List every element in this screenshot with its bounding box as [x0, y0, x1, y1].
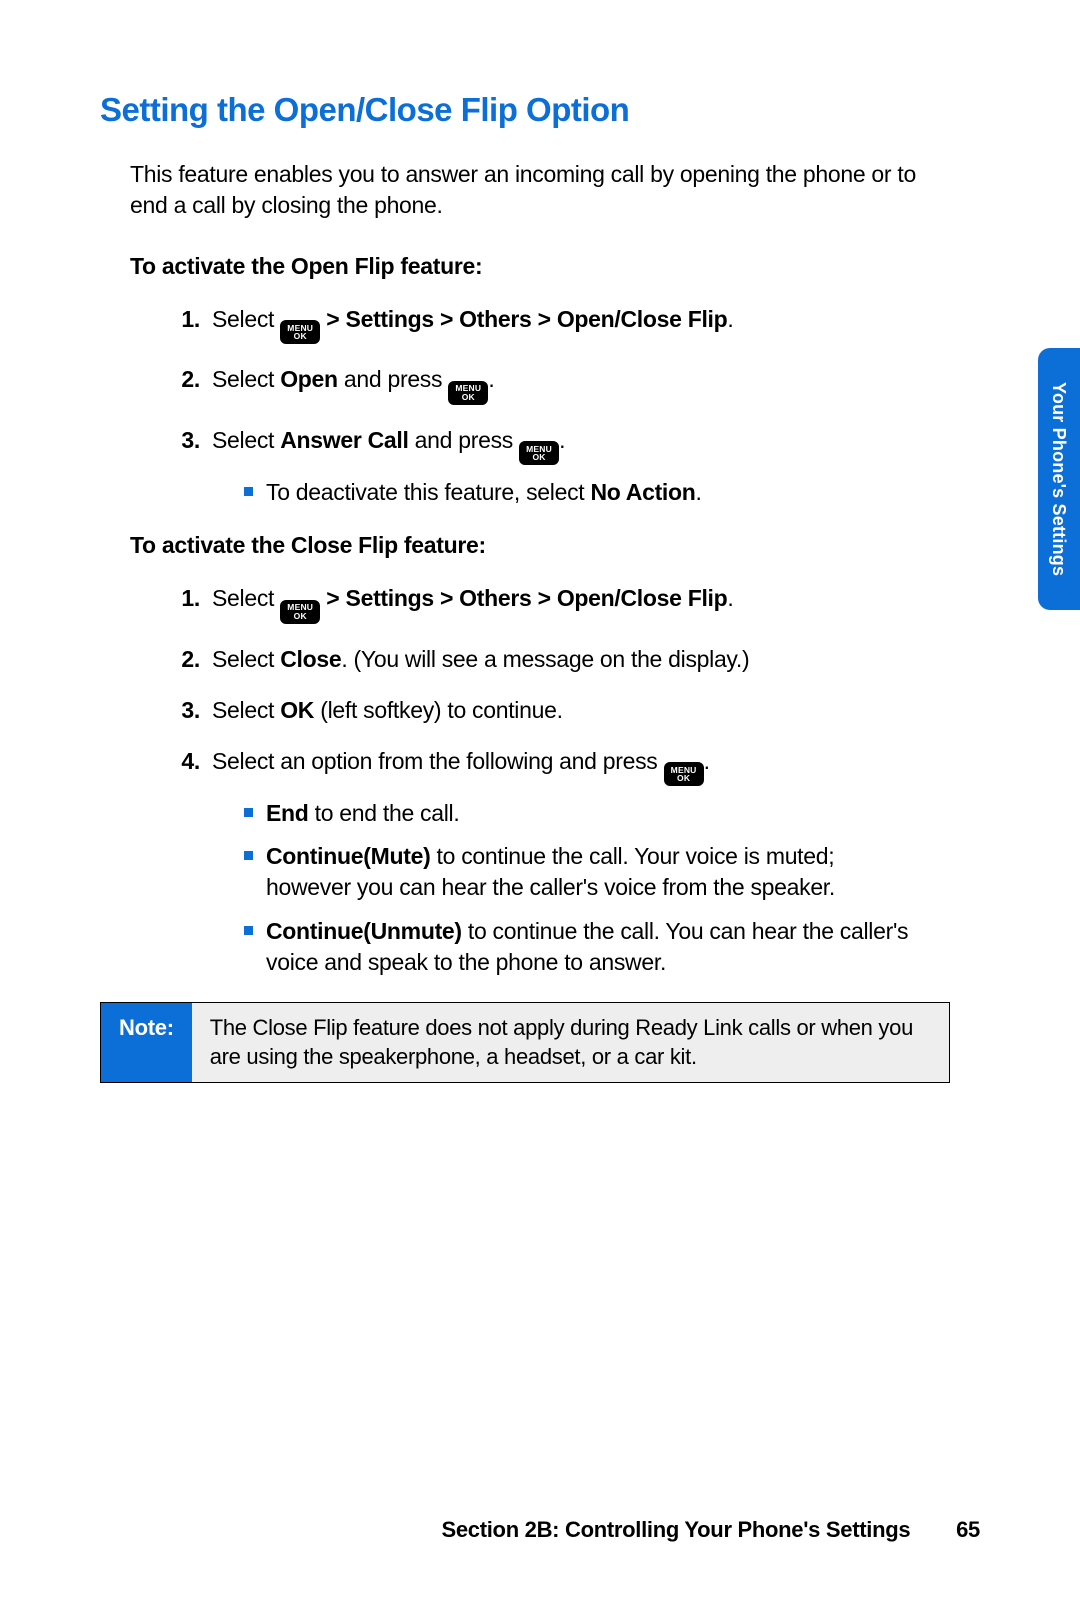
step-text: Select an option from the following and …: [212, 748, 664, 774]
list-item: 1. Select MENUOK > Settings > Others > O…: [170, 304, 920, 345]
list-item: 3. Select OK (left softkey) to continue.: [170, 695, 920, 726]
list-item: 2. Select Open and press MENUOK.: [170, 364, 920, 405]
menu-ok-icon: MENUOK: [448, 381, 488, 405]
step-number: 2.: [170, 364, 200, 395]
step-text: Select: [212, 585, 280, 611]
option-label: Continue(Mute): [266, 843, 430, 869]
page-content: Setting the Open/Close Flip Option This …: [100, 88, 950, 1083]
footer-section: Section 2B: Controlling Your Phone's Set…: [441, 1517, 910, 1542]
list-item: Continue(Unmute) to continue the call. Y…: [244, 916, 920, 978]
close-flip-steps: 1. Select MENUOK > Settings > Others > O…: [170, 583, 920, 977]
intro-text: This feature enables you to answer an in…: [130, 159, 920, 221]
step-number: 2.: [170, 644, 200, 675]
page-footer: Section 2B: Controlling Your Phone's Set…: [441, 1515, 980, 1545]
close-flip-subhead: To activate the Close Flip feature:: [130, 530, 920, 561]
option-label: Answer Call: [280, 427, 408, 453]
list-item: 4. Select an option from the following a…: [170, 746, 920, 978]
sub-list: To deactivate this feature, select No Ac…: [244, 477, 920, 508]
step-text: .: [488, 366, 494, 392]
step-text: Select: [212, 427, 280, 453]
nav-path: > Settings > Others > Open/Close Flip: [320, 585, 727, 611]
option-label: End: [266, 800, 309, 826]
sub-text: To deactivate this feature, select: [266, 479, 590, 505]
menu-ok-icon: MENUOK: [280, 600, 320, 624]
option-label: Close: [280, 646, 341, 672]
list-item: Continue(Mute) to continue the call. You…: [244, 841, 920, 903]
option-text: to end the call.: [309, 800, 460, 826]
step-number: 3.: [170, 695, 200, 726]
page-heading: Setting the Open/Close Flip Option: [100, 88, 950, 133]
menu-ok-icon: MENUOK: [664, 762, 704, 786]
step-text: .: [559, 427, 565, 453]
option-label: No Action: [590, 479, 695, 505]
open-flip-subhead: To activate the Open Flip feature:: [130, 251, 920, 282]
option-label: OK: [280, 697, 314, 723]
step-text: Select: [212, 697, 280, 723]
menu-ok-icon: MENUOK: [519, 441, 559, 465]
sub-text: .: [696, 479, 702, 505]
step-text: Select: [212, 306, 280, 332]
list-item: 2. Select Close. (You will see a message…: [170, 644, 920, 675]
step-text: . (You will see a message on the display…: [341, 646, 749, 672]
list-item: 1. Select MENUOK > Settings > Others > O…: [170, 583, 920, 624]
nav-path: > Settings > Others > Open/Close Flip: [320, 306, 727, 332]
list-item: 3. Select Answer Call and press MENUOK. …: [170, 425, 920, 509]
step-number: 1.: [170, 304, 200, 335]
open-flip-steps: 1. Select MENUOK > Settings > Others > O…: [170, 304, 920, 509]
step-text: (left softkey) to continue.: [314, 697, 563, 723]
list-item: End to end the call.: [244, 798, 920, 829]
option-label: Continue(Unmute): [266, 918, 462, 944]
step-text: Select: [212, 366, 280, 392]
note-text: The Close Flip feature does not apply du…: [192, 1003, 949, 1082]
step-number: 4.: [170, 746, 200, 777]
side-tab: Your Phone's Settings: [1038, 348, 1080, 610]
option-label: Open: [280, 366, 338, 392]
sub-list: End to end the call. Continue(Mute) to c…: [244, 798, 920, 977]
step-text: and press: [338, 366, 449, 392]
step-text: .: [704, 748, 710, 774]
page-number: 65: [956, 1517, 980, 1542]
menu-ok-icon: MENUOK: [280, 320, 320, 344]
step-text: .: [727, 585, 733, 611]
step-text: Select: [212, 646, 280, 672]
step-text: .: [727, 306, 733, 332]
step-text: and press: [409, 427, 520, 453]
list-item: To deactivate this feature, select No Ac…: [244, 477, 920, 508]
note-label: Note:: [101, 1003, 192, 1082]
note-box: Note: The Close Flip feature does not ap…: [100, 1002, 950, 1083]
side-tab-label: Your Phone's Settings: [1047, 382, 1071, 576]
step-number: 3.: [170, 425, 200, 456]
step-number: 1.: [170, 583, 200, 614]
